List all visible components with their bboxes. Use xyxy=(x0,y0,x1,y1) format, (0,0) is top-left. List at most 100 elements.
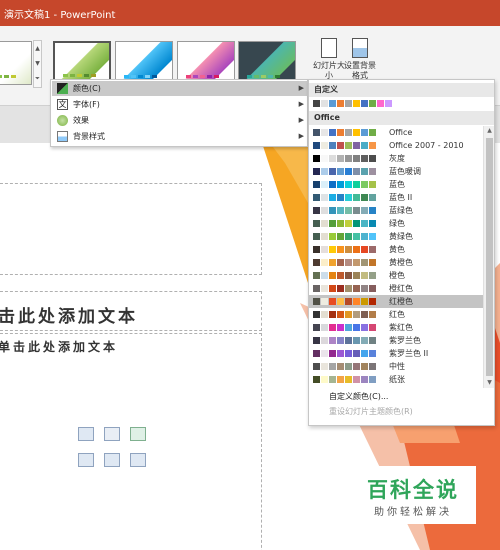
scheme-swatches xyxy=(313,233,376,240)
color-swatch xyxy=(345,311,352,318)
scheme-swatches xyxy=(313,285,376,292)
theme-color-bar xyxy=(193,75,198,78)
color-scheme-row[interactable]: 中性 xyxy=(309,360,483,373)
theme-color-bar xyxy=(124,75,129,78)
color-scheme-row[interactable]: 纸张 xyxy=(309,373,483,386)
color-swatch xyxy=(329,155,336,162)
color-scheme-row[interactable]: 蓝色 xyxy=(309,178,483,191)
color-swatch xyxy=(329,129,336,136)
scroll-up-icon[interactable]: ▲ xyxy=(484,126,494,136)
color-swatch xyxy=(321,233,328,240)
menu-item-colors[interactable]: 颜色(C) ▶ xyxy=(52,81,308,96)
title-placeholder-box[interactable] xyxy=(0,183,262,275)
color-swatch xyxy=(329,207,336,214)
menu-item-effects[interactable]: 效果 ▶ xyxy=(52,113,308,128)
custom-section-header: 自定义 xyxy=(309,83,494,97)
color-swatch xyxy=(337,285,344,292)
resize-grip-icon[interactable]: ..... xyxy=(394,420,410,425)
color-swatch xyxy=(369,350,376,357)
color-swatch xyxy=(361,168,368,175)
color-swatch xyxy=(313,376,320,383)
insert-online-picture-icon[interactable] xyxy=(104,453,120,467)
color-swatch xyxy=(329,311,336,318)
custom-colors-link[interactable]: 自定义颜色(C)... xyxy=(309,390,494,404)
color-scheme-row[interactable]: 蓝色 II xyxy=(309,191,483,204)
color-swatch xyxy=(369,285,376,292)
menu-item-background-style[interactable]: 背景样式 ▶ xyxy=(52,129,308,144)
color-swatch xyxy=(345,324,352,331)
color-scheme-row[interactable]: 蓝绿色 xyxy=(309,204,483,217)
color-swatch xyxy=(345,155,352,162)
color-swatch xyxy=(313,298,320,305)
color-scheme-row[interactable]: 紫红色 xyxy=(309,321,483,334)
color-scheme-row[interactable]: 紫罗兰色 xyxy=(309,334,483,347)
color-scheme-row[interactable]: 黄橙色 xyxy=(309,256,483,269)
color-swatch xyxy=(313,194,320,201)
custom-scheme-row[interactable] xyxy=(309,97,494,110)
color-scheme-row[interactable]: Office 2007 - 2010 xyxy=(309,139,483,152)
color-scheme-row[interactable]: 红橙色 xyxy=(309,295,483,308)
color-swatch xyxy=(313,337,320,344)
color-swatch xyxy=(337,350,344,357)
insert-video-icon[interactable] xyxy=(130,453,146,467)
color-scheme-row[interactable]: 橙色 xyxy=(309,269,483,282)
scheme-list-scrollbar[interactable]: ▲ ▼ xyxy=(483,126,494,388)
color-scheme-row[interactable]: 绿色 xyxy=(309,217,483,230)
scheme-swatches xyxy=(313,298,376,305)
color-swatch xyxy=(377,100,384,107)
theme-thumbnail-partial[interactable] xyxy=(0,41,32,85)
color-swatch xyxy=(321,363,328,370)
color-swatch xyxy=(345,337,352,344)
color-scheme-name: 绿色 xyxy=(389,219,405,228)
color-swatch xyxy=(361,324,368,331)
color-swatch xyxy=(361,233,368,240)
color-swatch xyxy=(353,376,360,383)
color-swatch xyxy=(353,246,360,253)
color-swatch xyxy=(361,155,368,162)
color-scheme-row[interactable]: 橙红色 xyxy=(309,282,483,295)
color-scheme-name: 纸张 xyxy=(389,375,405,384)
color-scheme-row[interactable]: 黄绿色 xyxy=(309,230,483,243)
scheme-swatches xyxy=(313,142,376,149)
color-swatch xyxy=(321,272,328,279)
color-swatch xyxy=(329,181,336,188)
color-scheme-row[interactable]: 黄色 xyxy=(309,243,483,256)
scheme-swatches xyxy=(313,155,376,162)
color-swatch xyxy=(353,298,360,305)
color-scheme-name: 黄色 xyxy=(389,245,405,254)
color-scheme-row[interactable]: Office xyxy=(309,126,483,139)
color-swatch xyxy=(321,337,328,344)
color-swatch xyxy=(329,246,336,253)
color-swatch xyxy=(313,207,320,214)
color-swatch xyxy=(321,194,328,201)
scrollbar-thumb[interactable] xyxy=(486,138,493,376)
color-swatch xyxy=(369,155,376,162)
color-scheme-row[interactable]: 紫罗兰色 II xyxy=(309,347,483,360)
color-scheme-row[interactable]: 灰度 xyxy=(309,152,483,165)
color-swatch xyxy=(353,337,360,344)
gallery-scroll[interactable]: ▲ ▼ ⏷ xyxy=(33,40,42,88)
color-swatch xyxy=(345,376,352,383)
color-swatch xyxy=(337,181,344,188)
insert-table-icon[interactable] xyxy=(78,427,94,441)
menu-item-fonts[interactable]: 文 字体(F) ▶ xyxy=(52,97,308,112)
color-scheme-row[interactable]: 蓝色暖调 xyxy=(309,165,483,178)
color-swatch xyxy=(337,272,344,279)
theme-color-bar xyxy=(145,75,150,78)
scheme-swatches xyxy=(313,181,376,188)
insert-picture-icon[interactable] xyxy=(78,453,94,467)
color-swatch xyxy=(313,285,320,292)
color-scheme-name: 中性 xyxy=(389,362,405,371)
insert-smartart-icon[interactable] xyxy=(130,427,146,441)
color-swatch xyxy=(321,207,328,214)
theme-color-bar xyxy=(247,75,252,78)
color-swatch xyxy=(337,142,344,149)
insert-chart-icon[interactable] xyxy=(104,427,120,441)
color-swatch xyxy=(345,272,352,279)
color-swatch xyxy=(353,155,360,162)
scroll-down-icon[interactable]: ▼ xyxy=(484,378,494,388)
color-swatch xyxy=(345,233,352,240)
color-swatch xyxy=(369,181,376,188)
color-scheme-row[interactable]: 红色 xyxy=(309,308,483,321)
color-swatch xyxy=(321,376,328,383)
